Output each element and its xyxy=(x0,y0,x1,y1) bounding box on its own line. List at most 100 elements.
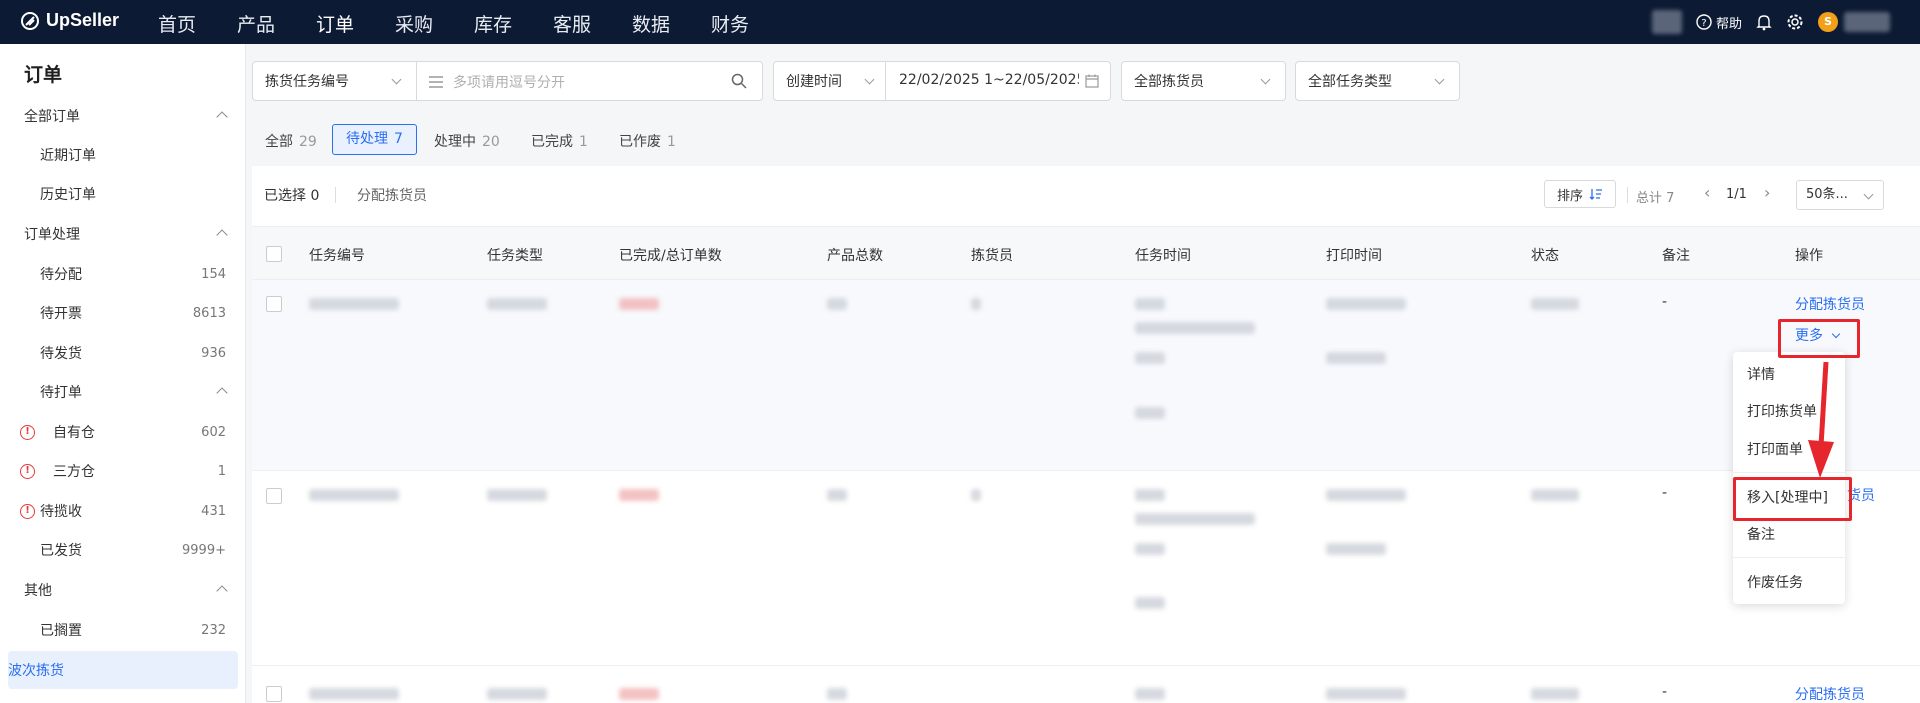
table-row: - 分配拣货员 xyxy=(252,666,1920,703)
search-field-select[interactable]: 拣货任务编号 xyxy=(253,71,349,91)
date-range-input[interactable]: 22/02/2025 1~22/05/2025 1 xyxy=(899,72,1079,88)
menu-item-details[interactable]: 详情 xyxy=(1747,364,1775,384)
sidebar-item-shipped[interactable]: 已发货 9999+ xyxy=(0,531,246,569)
col-task-time: 任务时间 xyxy=(1135,248,1191,264)
sidebar-item-to-print[interactable]: 待打单 xyxy=(0,373,246,411)
tab-completed[interactable]: 已完成 1 xyxy=(531,127,588,157)
select-all-checkbox[interactable] xyxy=(266,246,282,262)
sidebar-group-order-processing[interactable]: 订单处理 xyxy=(0,215,246,253)
task-list-panel: 已选择 0 分配拣货员 排序 总计 7 ‹ 1/1 › 50条... 任务编号 … xyxy=(252,166,1920,703)
chevron-up-icon xyxy=(216,585,228,597)
top-right-tools: ? 帮助 S xyxy=(1651,9,1890,35)
blurred-task-time xyxy=(1135,543,1165,555)
col-print-time: 打印时间 xyxy=(1326,248,1382,264)
tab-pending[interactable]: 待处理 7 xyxy=(332,124,417,155)
assign-picker-link[interactable]: 分配拣货员 xyxy=(1795,684,1865,703)
search-icon[interactable] xyxy=(731,73,747,89)
assign-picker-link[interactable]: 分配拣货员 xyxy=(1795,294,1865,314)
blurred-print-time xyxy=(1326,352,1386,364)
row-checkbox[interactable] xyxy=(266,488,282,504)
nav-data[interactable]: 数据 xyxy=(632,10,670,37)
sidebar-item-wave-picking[interactable]: 波次拣货 xyxy=(8,651,238,689)
page-size-select[interactable]: 50条... xyxy=(1796,180,1884,210)
sidebar-group-all-orders[interactable]: 全部订单 xyxy=(0,97,246,135)
upseller-logo[interactable]: UpSeller xyxy=(20,10,119,31)
chevron-up-icon xyxy=(216,229,228,241)
list-icon xyxy=(429,76,443,88)
blurred-task-time xyxy=(1135,352,1165,364)
sidebar-item-recent-orders[interactable]: 近期订单 xyxy=(0,136,246,174)
blurred-task-time xyxy=(1135,298,1165,310)
help-button[interactable]: ? 帮助 xyxy=(1696,13,1742,32)
note-value: - xyxy=(1662,485,1668,501)
blurred-account[interactable] xyxy=(1651,10,1682,34)
picker-select[interactable]: 全部拣货员 xyxy=(1121,61,1286,101)
task-type-select-value: 全部任务类型 xyxy=(1308,74,1392,90)
nav-finance[interactable]: 财务 xyxy=(711,10,749,37)
blurred-task-time xyxy=(1135,513,1255,525)
menu-item-print-label[interactable]: 打印面单 xyxy=(1747,439,1803,459)
col-picker: 拣货员 xyxy=(971,248,1013,264)
blurred-task-time xyxy=(1135,597,1165,609)
user-menu[interactable]: S xyxy=(1818,12,1890,32)
nav-products[interactable]: 产品 xyxy=(237,10,275,37)
col-note: 备注 xyxy=(1662,248,1690,264)
sidebar-item-to-assign[interactable]: 待分配 154 xyxy=(0,255,246,293)
blurred-product-total xyxy=(827,688,847,700)
row-checkbox[interactable] xyxy=(266,686,282,702)
sidebar-item-third-party-warehouse[interactable]: ! 三方仓 1 xyxy=(0,452,246,490)
search-input[interactable]: 多项请用逗号分开 xyxy=(453,72,565,92)
nav-inventory[interactable]: 库存 xyxy=(474,10,512,37)
selected-count: 已选择 0 xyxy=(264,188,320,204)
col-actions: 操作 xyxy=(1795,248,1823,264)
blurred-completed-total xyxy=(619,298,659,310)
sidebar-item-own-warehouse[interactable]: ! 自有仓 602 xyxy=(0,413,246,451)
chevron-up-icon xyxy=(216,387,228,399)
blurred-status xyxy=(1531,489,1579,501)
menu-item-note[interactable]: 备注 xyxy=(1747,524,1775,544)
chevron-down-icon xyxy=(864,74,875,85)
help-icon: ? xyxy=(1696,14,1712,30)
tab-all[interactable]: 全部 29 xyxy=(265,127,317,157)
menu-item-void-task[interactable]: 作废任务 xyxy=(1747,572,1803,592)
blurred-task-number xyxy=(309,298,399,310)
highlight-more-box xyxy=(1778,319,1860,358)
sidebar-item-to-ship[interactable]: 待发货 936 xyxy=(0,334,246,372)
table-row: - 货员 xyxy=(252,471,1920,666)
next-page-icon[interactable]: › xyxy=(1764,183,1770,202)
blurred-product-total xyxy=(827,489,847,501)
sidebar-item-on-hold[interactable]: 已搁置 232 xyxy=(0,611,246,649)
sidebar-group-other[interactable]: 其他 xyxy=(0,571,246,609)
col-completed-total: 已完成/总订单数 xyxy=(619,248,722,264)
nav-home[interactable]: 首页 xyxy=(158,10,196,37)
bell-icon[interactable] xyxy=(1756,13,1772,31)
blurred-task-number xyxy=(309,688,399,700)
help-label: 帮助 xyxy=(1715,16,1742,32)
calendar-icon[interactable] xyxy=(1085,74,1099,88)
sidebar-item-history-orders[interactable]: 历史订单 xyxy=(0,175,246,213)
sidebar-item-to-pickup[interactable]: ! 待揽收 431 xyxy=(0,492,246,530)
sidebar-item-to-invoice[interactable]: 待开票 8613 xyxy=(0,294,246,332)
blurred-print-time xyxy=(1326,543,1386,555)
nav-customer-service[interactable]: 客服 xyxy=(553,10,591,37)
avatar: S xyxy=(1818,12,1838,32)
nav-purchase[interactable]: 采购 xyxy=(395,10,433,37)
time-field-select[interactable]: 创建时间 xyxy=(774,71,842,91)
brand-name: UpSeller xyxy=(46,10,120,30)
task-type-select[interactable]: 全部任务类型 xyxy=(1295,61,1460,101)
blurred-task-type xyxy=(487,489,547,501)
sort-button[interactable]: 排序 xyxy=(1544,180,1616,208)
blurred-product-total xyxy=(827,298,847,310)
blurred-picker xyxy=(971,489,981,501)
nav-orders[interactable]: 订单 xyxy=(316,10,354,37)
chevron-down-icon xyxy=(1863,189,1874,200)
prev-page-icon[interactable]: ‹ xyxy=(1704,183,1710,202)
row-checkbox[interactable] xyxy=(266,296,282,312)
tab-voided[interactable]: 已作废 1 xyxy=(619,127,676,157)
gear-icon[interactable] xyxy=(1786,13,1804,31)
blurred-task-type xyxy=(487,298,547,310)
assign-picker-button[interactable]: 分配拣货员 xyxy=(357,185,427,205)
logo-icon xyxy=(21,11,39,30)
tab-processing[interactable]: 处理中 20 xyxy=(434,127,500,157)
picker-select-value: 全部拣货员 xyxy=(1134,74,1204,90)
